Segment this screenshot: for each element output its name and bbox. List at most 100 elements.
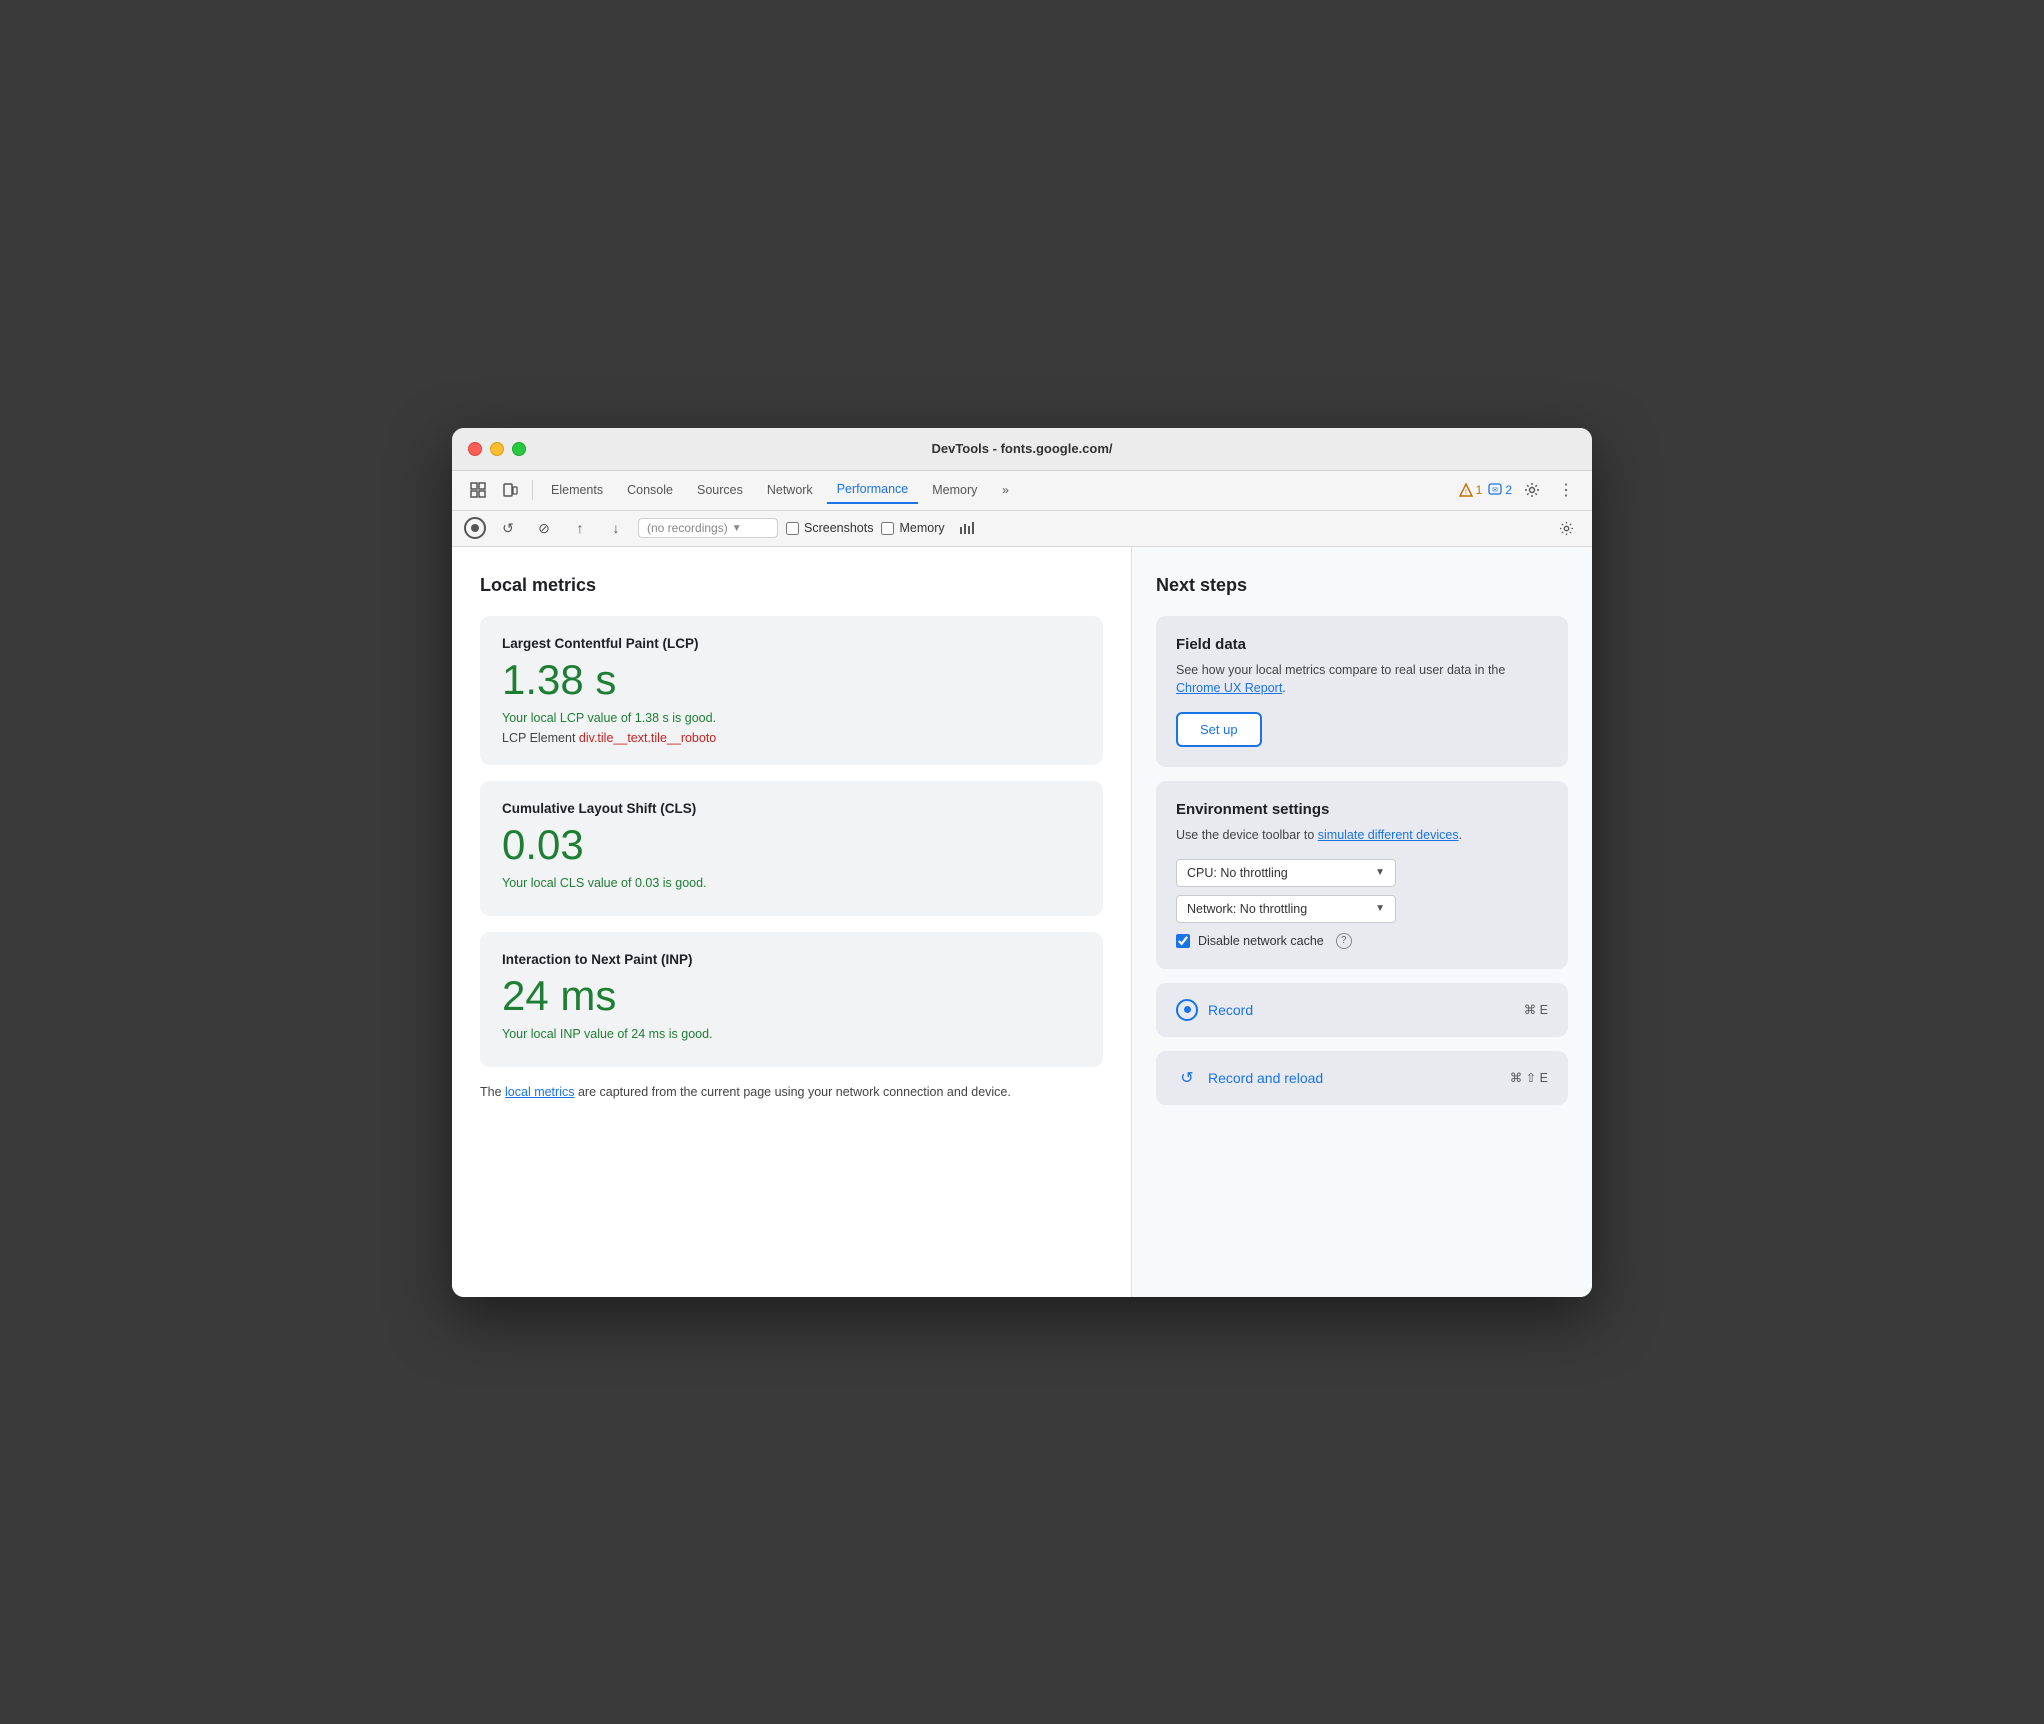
field-data-card: Field data See how your local metrics co…: [1156, 616, 1568, 768]
lcp-element-label: LCP Element: [502, 731, 575, 745]
minimize-button[interactable]: [490, 442, 504, 456]
lcp-element: LCP Element div.tile__text.tile__roboto: [502, 731, 1081, 745]
env-settings-desc: Use the device toolbar to simulate diffe…: [1176, 826, 1548, 845]
field-data-title: Field data: [1176, 636, 1548, 653]
network-dropdown-arrow: ▼: [1375, 903, 1385, 914]
record-shortcut: ⌘ E: [1524, 1002, 1548, 1017]
gear-icon[interactable]: [1518, 476, 1546, 504]
tab-memory[interactable]: Memory: [922, 477, 987, 503]
setup-button[interactable]: Set up: [1176, 712, 1262, 747]
record-button[interactable]: [464, 517, 486, 539]
cls-desc-value: 0.03: [635, 876, 659, 890]
cpu-throttling-dropdown[interactable]: CPU: No throttling ▼: [1176, 859, 1396, 887]
memory-checkbox[interactable]: [881, 522, 894, 535]
chrome-ux-report-link[interactable]: Chrome UX Report: [1176, 681, 1282, 695]
disable-cache-checkbox[interactable]: [1176, 934, 1190, 948]
info-count: 2: [1505, 483, 1512, 497]
disable-cache-help-icon[interactable]: ?: [1336, 933, 1352, 949]
environment-settings-card: Environment settings Use the device tool…: [1156, 781, 1568, 969]
record-label: Record: [1208, 1002, 1253, 1018]
main-content: Local metrics Largest Contentful Paint (…: [452, 547, 1592, 1297]
cpu-throttling-label: CPU: No throttling: [1187, 866, 1288, 880]
record-action-card[interactable]: Record ⌘ E: [1156, 983, 1568, 1037]
lcp-desc-suffix: is good.: [669, 711, 716, 725]
left-panel: Local metrics Largest Contentful Paint (…: [452, 547, 1132, 1297]
download-icon[interactable]: ↓: [602, 514, 630, 542]
toolbar-right: ! 1 ✉ 2 ⋮: [1459, 476, 1580, 504]
screenshots-checkbox-container: Screenshots: [786, 521, 873, 535]
cls-desc-suffix: is good.: [659, 876, 706, 890]
record-reload-action-card[interactable]: ↺ Record and reload ⌘ ⇧ E: [1156, 1051, 1568, 1105]
screenshots-checkbox[interactable]: [786, 522, 799, 535]
tab-console[interactable]: Console: [617, 477, 683, 503]
tab-performance[interactable]: Performance: [827, 476, 919, 504]
clear-icon[interactable]: ⊘: [530, 514, 558, 542]
cls-value: 0.03: [502, 824, 1081, 866]
lcp-card: Largest Contentful Paint (LCP) 1.38 s Yo…: [480, 616, 1103, 765]
cls-title: Cumulative Layout Shift (CLS): [502, 801, 1081, 816]
footer-text: The local metrics are captured from the …: [480, 1083, 1103, 1102]
env-settings-title: Environment settings: [1176, 801, 1548, 818]
window-title: DevTools - fonts.google.com/: [931, 441, 1112, 456]
local-metrics-link[interactable]: local metrics: [505, 1085, 574, 1099]
svg-text:!: !: [1465, 489, 1467, 496]
env-desc-prefix: Use the device toolbar to: [1176, 828, 1318, 842]
local-metrics-title: Local metrics: [480, 575, 1103, 596]
recordings-dropdown[interactable]: (no recordings) ▼: [638, 518, 778, 538]
more-tabs-icon[interactable]: »: [991, 476, 1019, 504]
tab-network[interactable]: Network: [757, 477, 823, 503]
tab-sources[interactable]: Sources: [687, 477, 753, 503]
cpu-dropdown-arrow: ▼: [1375, 867, 1385, 878]
lcp-desc-prefix: Your local LCP value of: [502, 711, 635, 725]
warning-badge[interactable]: ! 1: [1459, 483, 1483, 497]
lcp-element-link[interactable]: div.tile__text.tile__roboto: [579, 731, 716, 745]
info-badge[interactable]: ✉ 2: [1488, 483, 1512, 497]
cls-desc: Your local CLS value of 0.03 is good.: [502, 876, 1081, 890]
disable-cache-label: Disable network cache: [1198, 934, 1324, 948]
footer-prefix: The: [480, 1085, 505, 1099]
field-data-desc: See how your local metrics compare to re…: [1176, 661, 1548, 699]
svg-text:✉: ✉: [1492, 487, 1498, 494]
record-reload-label: Record and reload: [1208, 1070, 1323, 1086]
memory-label: Memory: [899, 521, 944, 535]
toolbar-separator: [532, 480, 533, 500]
memory-chart-icon[interactable]: [953, 514, 981, 542]
right-panel: Next steps Field data See how your local…: [1132, 547, 1592, 1297]
record-icon-dot: [1184, 1006, 1191, 1013]
field-data-desc-prefix: See how your local metrics compare to re…: [1176, 663, 1505, 677]
record-reload-icon: ↺: [1176, 1067, 1198, 1089]
kebab-menu-icon[interactable]: ⋮: [1552, 476, 1580, 504]
disable-cache-row: Disable network cache ?: [1176, 933, 1548, 949]
fullscreen-button[interactable]: [512, 442, 526, 456]
device-toolbar-icon[interactable]: [496, 476, 524, 504]
record-reload-shortcut: ⌘ ⇧ E: [1510, 1070, 1548, 1085]
screenshots-label: Screenshots: [804, 521, 873, 535]
inp-card: Interaction to Next Paint (INP) 24 ms Yo…: [480, 932, 1103, 1067]
recordings-placeholder: (no recordings): [647, 521, 728, 535]
cls-desc-prefix: Your local CLS value of: [502, 876, 635, 890]
record-action-left: Record: [1176, 999, 1253, 1021]
cls-card: Cumulative Layout Shift (CLS) 0.03 Your …: [480, 781, 1103, 916]
network-throttling-dropdown[interactable]: Network: No throttling ▼: [1176, 895, 1396, 923]
inp-desc-value: 24 ms: [631, 1027, 665, 1041]
memory-checkbox-container: Memory: [881, 521, 944, 535]
tab-elements[interactable]: Elements: [541, 477, 613, 503]
performance-settings-icon[interactable]: [1552, 514, 1580, 542]
traffic-lights: [468, 442, 526, 456]
network-throttling-label: Network: No throttling: [1187, 902, 1307, 916]
close-button[interactable]: [468, 442, 482, 456]
reload-icon[interactable]: ↺: [494, 514, 522, 542]
inp-value: 24 ms: [502, 975, 1081, 1017]
inp-desc: Your local INP value of 24 ms is good.: [502, 1027, 1081, 1041]
secondary-toolbar: ↺ ⊘ ↑ ↓ (no recordings) ▼ Screenshots Me…: [452, 511, 1592, 547]
devtools-window: DevTools - fonts.google.com/ Elements Co…: [452, 428, 1592, 1297]
upload-icon[interactable]: ↑: [566, 514, 594, 542]
field-data-desc-suffix: .: [1282, 681, 1285, 695]
title-bar: DevTools - fonts.google.com/: [452, 428, 1592, 471]
simulate-devices-link[interactable]: simulate different devices: [1318, 828, 1459, 842]
record-dot: [471, 524, 479, 532]
lcp-value: 1.38 s: [502, 659, 1081, 701]
next-steps-title: Next steps: [1156, 575, 1568, 596]
inspector-icon[interactable]: [464, 476, 492, 504]
lcp-desc-value: 1.38 s: [635, 711, 669, 725]
